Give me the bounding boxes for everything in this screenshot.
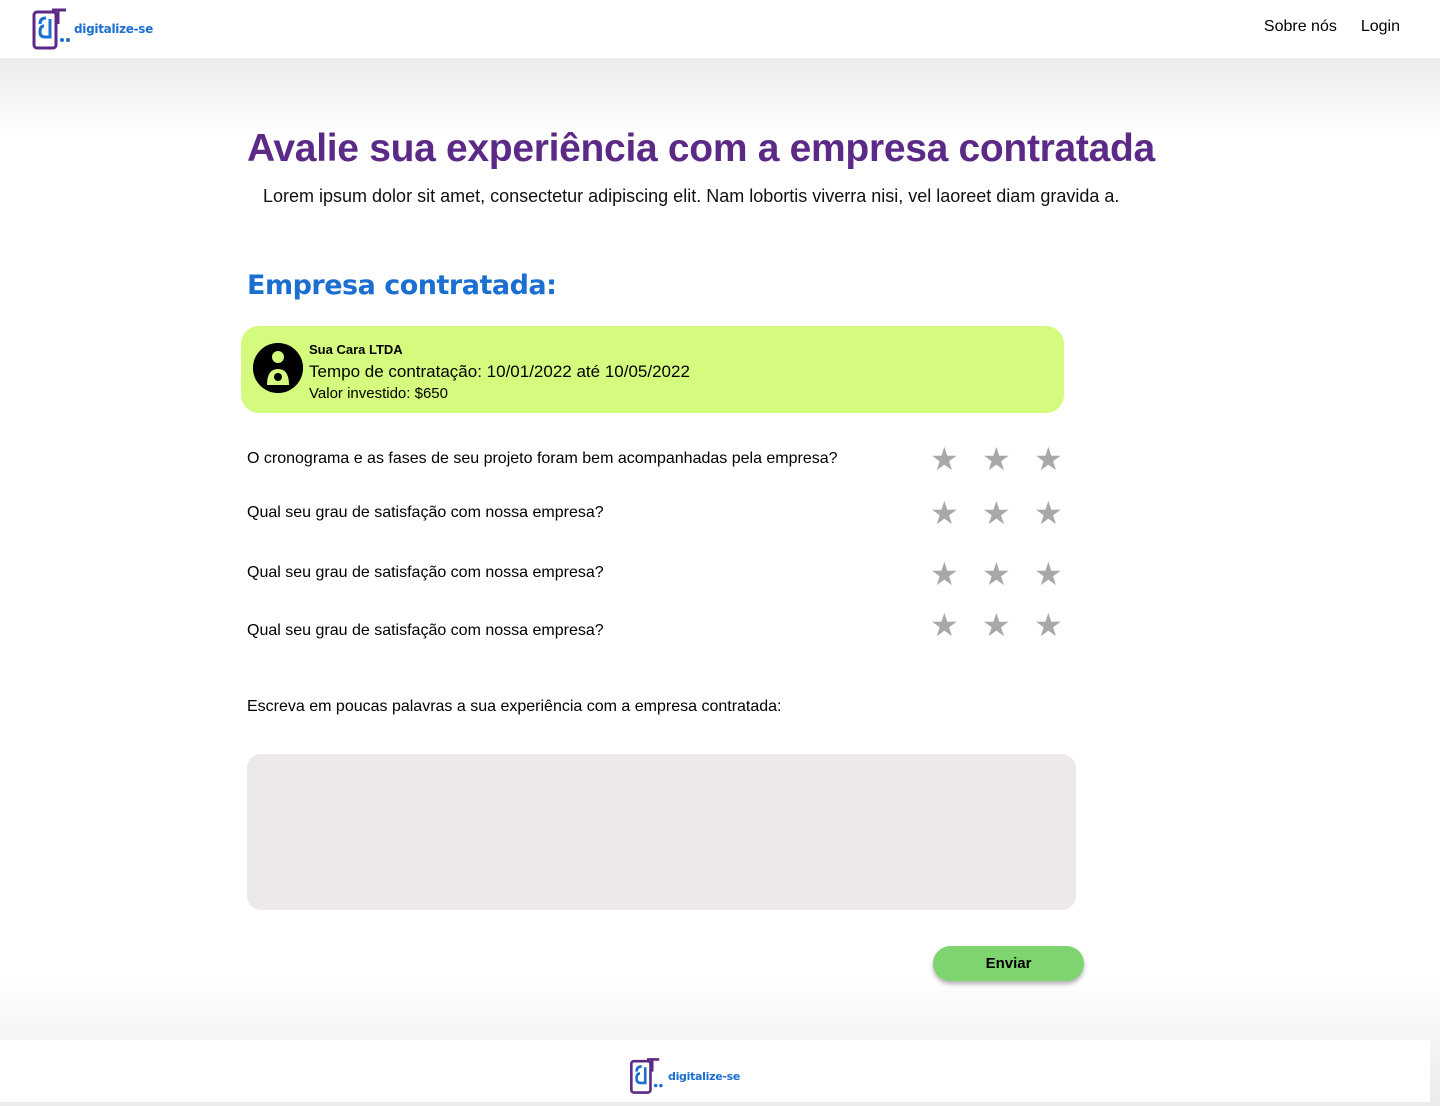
star-icon[interactable]: ★ [930, 609, 982, 641]
footer-brand-name: digitalize-se [668, 1069, 741, 1083]
company-period: Tempo de contratação: 10/01/2022 até 10/… [309, 362, 690, 381]
star-icon[interactable]: ★ [982, 609, 1034, 641]
footer-logo[interactable]: digitalize-se [628, 1056, 740, 1096]
question-satisfaction-2: Qual seu grau de satisfação com nossa em… [247, 564, 604, 581]
star-icon[interactable]: ★ [930, 443, 982, 475]
company-section-title: Empresa contratada: [247, 270, 557, 301]
star-icon[interactable]: ★ [1034, 497, 1086, 529]
question-schedule: O cronograma e as fases de seu projeto f… [247, 450, 838, 467]
header-logo[interactable]: digitalize-se [32, 6, 153, 52]
header-shadow [0, 58, 1440, 138]
nav-about-link[interactable]: Sobre nós [1264, 18, 1337, 36]
question-satisfaction-1: Qual seu grau de satisfação com nossa em… [247, 504, 604, 521]
star-icon[interactable]: ★ [930, 558, 982, 590]
phone-cart-logo-icon [32, 8, 70, 50]
company-value: Valor investido: $650 [309, 385, 448, 402]
submit-button[interactable]: Enviar [933, 946, 1084, 981]
experience-prompt: Escreva em poucas palavras a sua experiê… [247, 698, 782, 715]
nav-login-link[interactable]: Login [1361, 18, 1400, 36]
company-card: Sua Cara LTDA Tempo de contratação: 10/0… [241, 326, 1064, 413]
user-avatar-icon [253, 343, 303, 393]
star-icon[interactable]: ★ [1034, 609, 1086, 641]
experience-textarea[interactable] [247, 754, 1076, 910]
star-icon[interactable]: ★ [930, 497, 982, 529]
footer: digitalize-se [0, 1040, 1430, 1102]
star-icon[interactable]: ★ [1034, 443, 1086, 475]
page-subtitle: Lorem ipsum dolor sit amet, consectetur … [263, 186, 1120, 206]
rating-stars-schedule: ★ ★ ★ [930, 443, 1086, 475]
star-icon[interactable]: ★ [1034, 558, 1086, 590]
top-header: digitalize-se Sobre nós Login [0, 0, 1440, 58]
rating-stars-satisfaction-1: ★ ★ ★ [930, 497, 1086, 529]
top-nav: Sobre nós Login [1264, 18, 1400, 36]
phone-cart-logo-icon [630, 1058, 663, 1094]
company-name: Sua Cara LTDA [309, 342, 403, 357]
star-icon[interactable]: ★ [982, 558, 1034, 590]
page-title: Avalie sua experiência com a empresa con… [247, 127, 1155, 170]
question-satisfaction-3: Qual seu grau de satisfação com nossa em… [247, 622, 604, 639]
star-icon[interactable]: ★ [982, 497, 1034, 529]
rating-stars-satisfaction-2: ★ ★ ★ [930, 558, 1086, 590]
rating-stars-satisfaction-3: ★ ★ ★ [930, 609, 1086, 641]
brand-name: digitalize-se [74, 22, 153, 36]
star-icon[interactable]: ★ [982, 443, 1034, 475]
